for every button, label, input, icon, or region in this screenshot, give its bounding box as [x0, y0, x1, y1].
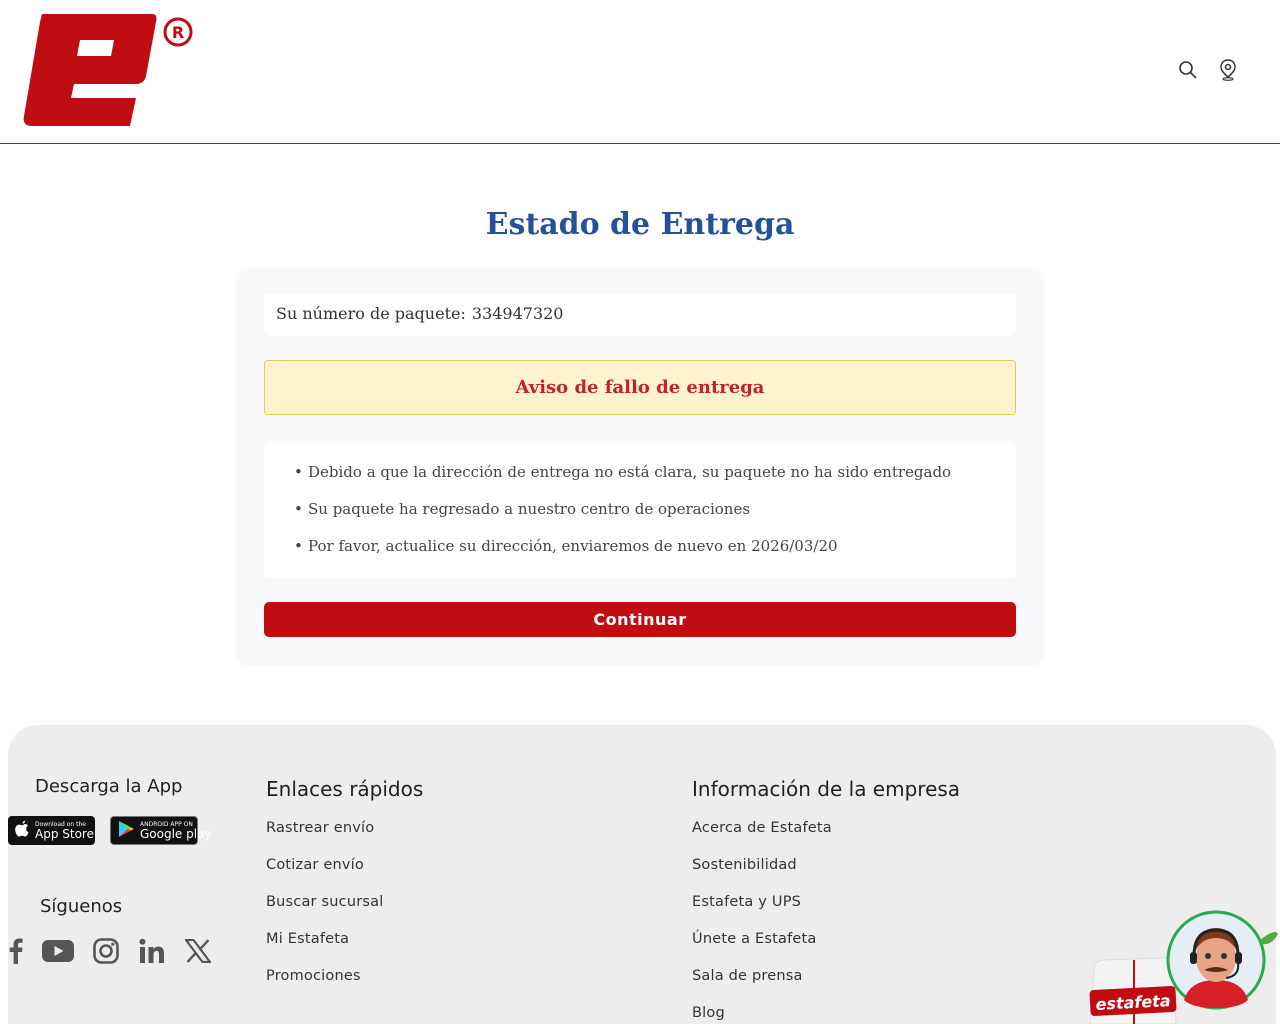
app-store-button[interactable]: Download on the App Store	[8, 816, 95, 845]
package-label: Su número de paquete:	[276, 304, 466, 323]
delivery-status-card: Su número de paquete: 334947320 Aviso de…	[238, 268, 1042, 663]
estafeta-logo[interactable]: R	[22, 14, 197, 129]
x-icon[interactable]	[184, 937, 212, 965]
instagram-icon[interactable]	[92, 937, 120, 965]
delivery-failure-alert: Aviso de fallo de entrega	[264, 360, 1016, 415]
package-number-box: Su número de paquete: 334947320	[264, 294, 1016, 336]
company-info-title: Información de la empresa	[692, 777, 961, 801]
footer-link[interactable]: Mi Estafeta	[266, 931, 383, 968]
footer-link[interactable]: Promociones	[266, 968, 383, 1005]
app-store-big-text: App Store	[35, 826, 94, 841]
google-play-button[interactable]: ANDROID APP ON Google play	[110, 816, 212, 845]
location-pin-icon[interactable]	[1218, 58, 1238, 82]
continue-button[interactable]: Continuar	[264, 602, 1016, 637]
header-actions	[1178, 58, 1238, 82]
footer-link[interactable]: Cotizar envío	[266, 857, 383, 894]
google-play-icon	[117, 820, 135, 842]
list-item: Debido a que la dirección de entrega no …	[294, 457, 1016, 494]
footer-link[interactable]: Sala de prensa	[692, 968, 832, 1005]
download-app-title: Descarga la App	[35, 776, 183, 797]
social-links	[8, 937, 212, 965]
facebook-icon[interactable]	[8, 937, 24, 965]
footer-link[interactable]: Acerca de Estafeta	[692, 820, 832, 857]
linkedin-icon[interactable]	[138, 937, 166, 965]
follow-us-title: Síguenos	[40, 896, 123, 917]
footer-link[interactable]: Únete a Estafeta	[692, 931, 832, 968]
footer-link[interactable]: Rastrear envío	[266, 820, 383, 857]
footer-link[interactable]: Buscar sucursal	[266, 894, 383, 931]
apple-icon	[14, 820, 30, 842]
quick-links-title: Enlaces rápidos	[266, 777, 424, 801]
youtube-icon[interactable]	[42, 937, 74, 965]
quick-links-list: Rastrear envío Cotizar envío Buscar sucu…	[266, 820, 383, 1005]
alert-text: Aviso de fallo de entrega	[515, 377, 765, 398]
google-play-big-text: Google play	[140, 826, 212, 841]
footer-link[interactable]: Estafeta y UPS	[692, 894, 832, 931]
search-icon[interactable]	[1178, 58, 1198, 82]
list-item: Su paquete ha regresado a nuestro centro…	[294, 494, 1016, 531]
chat-assistant-widget[interactable]: estafeta	[1080, 900, 1280, 1024]
mascot-brand-text: estafeta	[1095, 991, 1171, 1014]
footer-link[interactable]: Sostenibilidad	[692, 857, 832, 894]
list-item: Por favor, actualice su dirección, envia…	[294, 531, 1016, 568]
svg-text:R: R	[172, 23, 184, 42]
company-links-list: Acerca de Estafeta Sostenibilidad Estafe…	[692, 820, 832, 1024]
package-number: 334947320	[471, 304, 564, 323]
page-title: Estado de Entrega	[485, 207, 795, 242]
status-messages: Debido a que la dirección de entrega no …	[264, 441, 1016, 578]
site-header: R	[0, 0, 1280, 144]
footer-link[interactable]: Blog	[692, 1005, 832, 1024]
